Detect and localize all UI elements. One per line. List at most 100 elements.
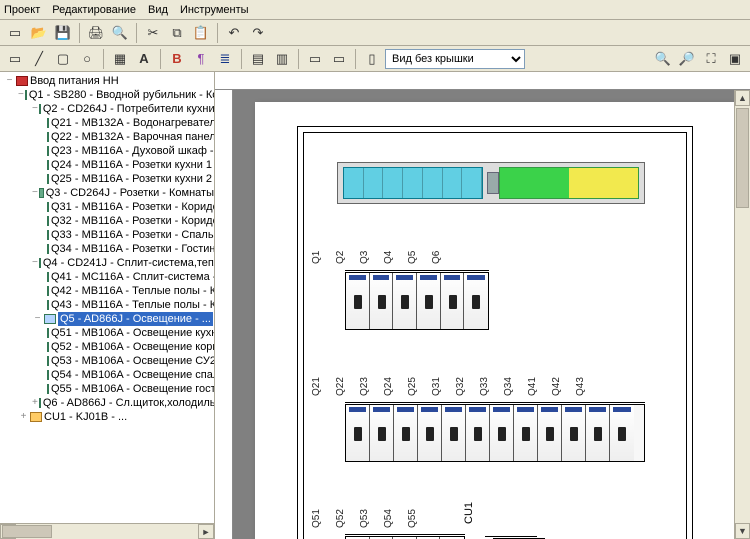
new-button[interactable]: ▭ — [4, 22, 26, 44]
tree-item[interactable]: Q34 - MB116A - Розетки - Гостиная — [2, 242, 214, 256]
tree-item[interactable]: Q25 - MB116A - Розетки кухни 2 - К — [2, 172, 214, 186]
paste-button[interactable]: 📋 — [190, 22, 212, 44]
tree-panel: −Ввод питания НН −Q1 - SB280 - Вводной р… — [0, 72, 215, 539]
drawing-page[interactable]: Q1Q2Q3Q4Q5Q6 Q21Q22Q23Q24Q25Q31Q32Q33Q34… — [255, 102, 735, 539]
breaker-Q23[interactable] — [394, 405, 418, 461]
preview-button[interactable]: 🔍 — [109, 22, 131, 44]
bus-connector[interactable] — [487, 172, 499, 194]
zoom-out-button[interactable]: 🔎 — [676, 48, 698, 70]
tool-e[interactable]: ▯ — [361, 48, 383, 70]
tree-q1[interactable]: −Q1 - SB280 - Вводной рубильник - Коридо — [2, 88, 214, 102]
drawing-canvas[interactable]: Q1Q2Q3Q4Q5Q6 Q21Q22Q23Q24Q25Q31Q32Q33Q34… — [215, 72, 750, 539]
redo-button[interactable]: ↷ — [247, 22, 269, 44]
grid-button[interactable]: ▦ — [109, 48, 131, 70]
tree-item[interactable]: Q52 - MB106A - Освещение коридо — [2, 340, 214, 354]
tree-item[interactable]: Q23 - MB116A - Духовой шкаф - Ку — [2, 144, 214, 158]
breaker-Q42[interactable] — [586, 405, 610, 461]
breaker-Q6[interactable] — [464, 273, 488, 329]
tree-cu1[interactable]: +CU1 - KJ01B - ... — [2, 410, 214, 424]
menu-project[interactable]: Проект — [4, 4, 40, 16]
breaker-Q34[interactable] — [538, 405, 562, 461]
layers-button[interactable]: ≣ — [214, 48, 236, 70]
menu-bar: Проект Редактирование Вид Инструменты — [0, 0, 750, 20]
breaker-label: Q55 — [407, 504, 435, 528]
earth-bus[interactable] — [499, 167, 639, 199]
tree-item[interactable]: Q41 - MC116A - Сплит-система - Го — [2, 270, 214, 284]
tree-q4[interactable]: −Q4 - CD241J - Сплит-система,теплые - — [2, 256, 214, 270]
breaker-row-3: Q51Q52Q53Q54Q55 CU1 — [345, 506, 545, 539]
tool-c[interactable]: ▭ — [304, 48, 326, 70]
tree-item[interactable]: Q53 - MB106A - Освещение СУ2,ко — [2, 354, 214, 368]
tool-b[interactable]: ▥ — [271, 48, 293, 70]
tree-q6[interactable]: +Q6 - AD866J - Сл.щиток,холодильник - ..… — [2, 396, 214, 410]
breaker-Q22[interactable] — [370, 405, 394, 461]
tree-item[interactable]: Q55 - MB106A - Освещение гостин- — [2, 382, 214, 396]
zoom-fit-button[interactable]: ⛶ — [700, 48, 722, 70]
tree-item[interactable]: Q21 - MB132A - Водонагреватель - — [2, 116, 214, 130]
tree-item[interactable]: Q54 - MB106A - Освещение спальн — [2, 368, 214, 382]
breaker-Q21[interactable] — [346, 405, 370, 461]
breaker-Q25[interactable] — [442, 405, 466, 461]
scroll-thumb[interactable] — [736, 108, 749, 208]
view-mode-select[interactable]: Вид без крышки — [385, 49, 525, 69]
tree-q5[interactable]: −Q5 - AD866J - Освещение - ... — [2, 312, 214, 326]
breaker-Q31[interactable] — [466, 405, 490, 461]
tree-hscrollbar[interactable]: ◄ ► — [0, 523, 214, 539]
circle-tool[interactable]: ○ — [76, 48, 98, 70]
breaker-Q33[interactable] — [514, 405, 538, 461]
text-tool[interactable]: A — [133, 48, 155, 70]
tree-item[interactable]: Q42 - MB116A - Теплые полы - Кух — [2, 284, 214, 298]
tree-item[interactable]: Q22 - MB132A - Варочная панель - — [2, 130, 214, 144]
tree-item[interactable]: Q43 - MB116A - Теплые полы - Кор — [2, 298, 214, 312]
zoom-100-button[interactable]: ▣ — [724, 48, 746, 70]
breaker-Q2[interactable] — [370, 273, 394, 329]
canvas-vscrollbar[interactable]: ▲ ▼ — [734, 90, 750, 539]
tree-q3[interactable]: −Q3 - CD264J - Розетки - Комнаты — [2, 186, 214, 200]
breaker-Q3[interactable] — [393, 273, 417, 329]
breaker-Q1[interactable] — [346, 273, 370, 329]
breaker-Q43[interactable] — [610, 405, 634, 461]
line-tool[interactable]: ╱ — [28, 48, 50, 70]
scroll-right-icon[interactable]: ► — [198, 524, 214, 539]
tree-item[interactable]: Q32 - MB116A - Розетки - Коридор — [2, 214, 214, 228]
select-tool[interactable]: ▭ — [4, 48, 26, 70]
para-button[interactable]: ¶ — [190, 48, 212, 70]
breaker-Q24[interactable] — [418, 405, 442, 461]
tree-item[interactable]: Q31 - MB116A - Розетки - Коридор — [2, 200, 214, 214]
scroll-down-icon[interactable]: ▼ — [735, 523, 750, 539]
copy-button[interactable]: ⧉ — [166, 22, 188, 44]
scroll-up-icon[interactable]: ▲ — [735, 90, 750, 106]
menu-tools[interactable]: Инструменты — [180, 4, 249, 16]
zoom-in-button[interactable]: 🔍 — [652, 48, 674, 70]
cu-label: CU1 — [463, 472, 491, 524]
print-button[interactable]: 🖨 — [85, 22, 107, 44]
menu-edit[interactable]: Редактирование — [52, 4, 136, 16]
breaker-Q32[interactable] — [490, 405, 514, 461]
tool-a[interactable]: ▤ — [247, 48, 269, 70]
horizontal-ruler — [215, 72, 750, 90]
tree-item[interactable]: Q33 - MB116A - Розетки - Спальня — [2, 228, 214, 242]
open-button[interactable]: 📂 — [28, 22, 50, 44]
tree-item[interactable]: Q24 - MB116A - Розетки кухни 1 - К — [2, 158, 214, 172]
save-button[interactable]: 💾 — [52, 22, 74, 44]
breaker-row-1: Q1Q2Q3Q4Q5Q6 — [345, 242, 489, 330]
tree-item[interactable]: Q51 - MB106A - Освещение кухни - — [2, 326, 214, 340]
breaker-Q4[interactable] — [417, 273, 441, 329]
menu-view[interactable]: Вид — [148, 4, 168, 16]
undo-button[interactable]: ↶ — [223, 22, 245, 44]
bold-button[interactable]: B — [166, 48, 188, 70]
toolbar-1: ▭ 📂 💾 🖨 🔍 ✂ ⧉ 📋 ↶ ↷ — [0, 20, 750, 46]
tool-d[interactable]: ▭ — [328, 48, 350, 70]
breaker-Q41[interactable] — [562, 405, 586, 461]
tree-q2[interactable]: −Q2 - CD264J - Потребители кухни - Кух — [2, 102, 214, 116]
breaker-label: Q43 — [575, 372, 603, 396]
tree-root[interactable]: −Ввод питания НН — [2, 74, 214, 88]
cut-button[interactable]: ✂ — [142, 22, 164, 44]
scroll-thumb[interactable] — [2, 525, 52, 538]
breaker-Q5[interactable] — [441, 273, 465, 329]
vertical-ruler — [215, 90, 233, 539]
rect-tool[interactable]: ▢ — [52, 48, 74, 70]
terminal-block[interactable] — [337, 162, 645, 204]
project-tree[interactable]: −Ввод питания НН −Q1 - SB280 - Вводной р… — [0, 72, 214, 523]
neutral-bus[interactable] — [343, 167, 483, 199]
